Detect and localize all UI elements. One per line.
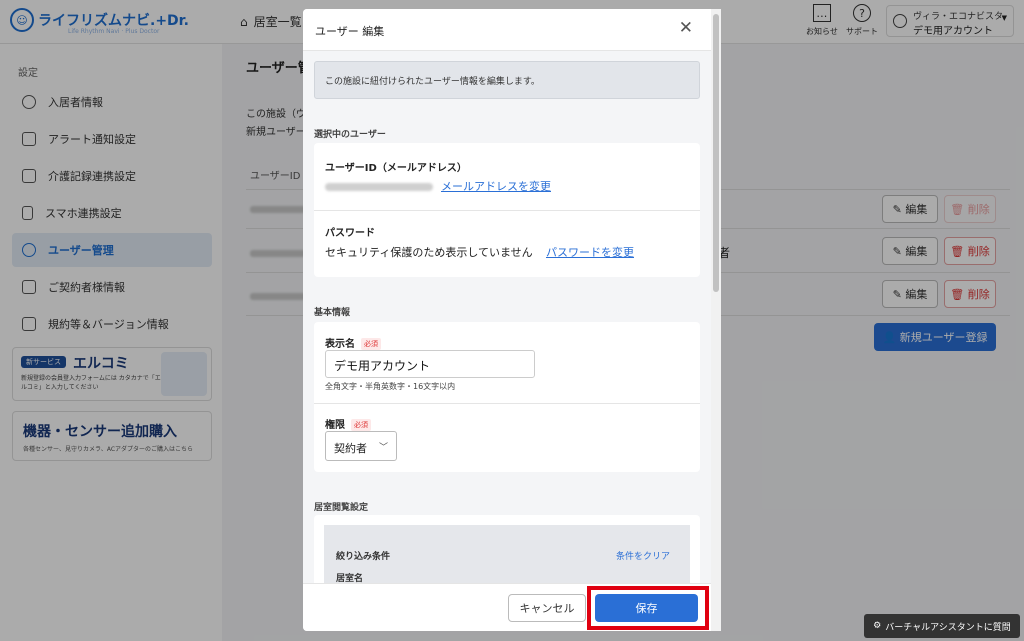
modal-body[interactable]: この施設に紐付けられたユーザー情報を編集します。 選択中のユーザー ユーザーID…	[303, 51, 713, 583]
card-divider	[314, 403, 700, 404]
save-button[interactable]: 保存	[595, 594, 698, 622]
cancel-button[interactable]: キャンセル	[508, 594, 586, 622]
card-divider	[314, 210, 700, 211]
change-email-link[interactable]: メールアドレスを変更	[441, 178, 551, 194]
display-name-input[interactable]: デモ用アカウント	[325, 350, 535, 378]
password-note: セキュリティ保護のため表示していません	[325, 246, 533, 259]
robot-icon: ⚙	[873, 621, 882, 631]
modal-header: ユーザー 編集 ✕	[303, 9, 721, 51]
selected-user-section: 選択中のユーザー	[314, 130, 386, 140]
basic-info-card: 表示名 必須 デモ用アカウント 全角文字・半角英数字・16文字以内 権限 必須 契約…	[314, 322, 700, 472]
room-filter-card: 絞り込み条件 条件をクリア 居室名	[314, 515, 700, 583]
modal-scrollbar-thumb[interactable]	[713, 14, 719, 292]
info-box: この施設に紐付けられたユーザー情報を編集します。	[314, 61, 700, 99]
edit-user-modal: ユーザー 編集 ✕ この施設に紐付けられたユーザー情報を編集します。 選択中のユ…	[303, 9, 721, 631]
modal-footer: キャンセル 保存	[303, 583, 721, 631]
room-view-section: 居室閲覧設定	[314, 503, 369, 513]
required-badge: 必須	[351, 419, 371, 431]
assistant-label: バーチャルアシスタントに質問	[885, 622, 1011, 633]
display-name-label: 表示名 必須	[325, 335, 381, 350]
role-select-value: 契約者	[334, 442, 367, 455]
change-password-link[interactable]: パスワードを変更	[546, 244, 634, 260]
basic-info-section: 基本情報	[314, 308, 351, 318]
clear-filter-link[interactable]: 条件をクリア	[616, 549, 670, 562]
virtual-assistant-button[interactable]: ⚙ バーチャルアシスタントに質問	[864, 614, 1020, 638]
chevron-down-icon: ﹀	[378, 443, 388, 453]
role-select[interactable]: 契約者 ﹀	[325, 431, 397, 461]
filter-panel: 絞り込み条件 条件をクリア 居室名	[324, 525, 690, 583]
close-icon[interactable]: ✕	[679, 18, 693, 38]
role-label: 権限 必須	[325, 416, 371, 431]
selected-user-card: ユーザーID（メールアドレス） メールアドレスを変更 パスワード セキュリティ保…	[314, 143, 700, 277]
role-label-text: 権限	[325, 420, 345, 431]
filter-label: 絞り込み条件	[336, 552, 391, 562]
display-name-hint: 全角文字・半角英数字・16文字以内	[325, 382, 456, 391]
user-email-value	[325, 183, 433, 191]
room-name-label: 居室名	[336, 574, 364, 583]
modal-title: ユーザー 編集	[315, 25, 385, 38]
required-badge: 必須	[361, 338, 381, 350]
user-id-label: ユーザーID（メールアドレス）	[325, 163, 467, 174]
password-label: パスワード	[325, 228, 375, 239]
display-name-label-text: 表示名	[325, 339, 355, 350]
